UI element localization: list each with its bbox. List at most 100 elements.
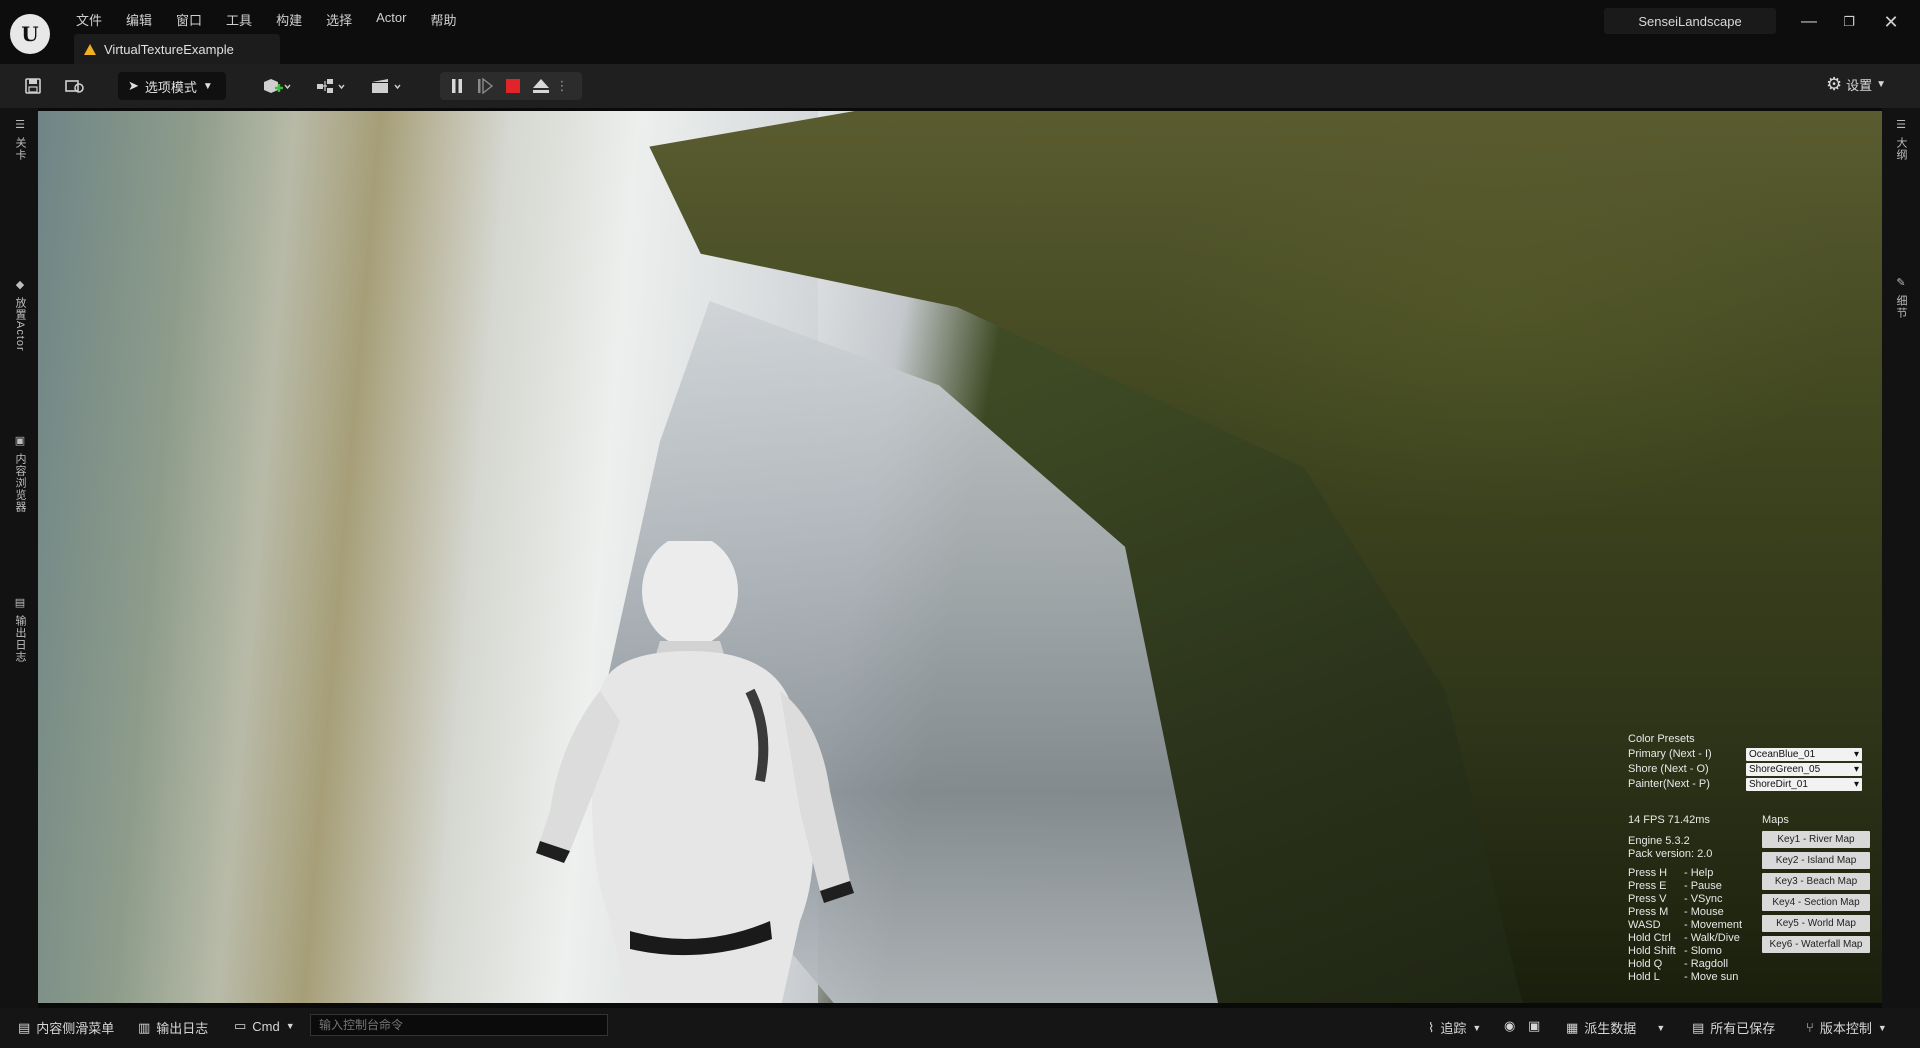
help-line: Press H - Help bbox=[1628, 867, 1756, 880]
help-key: Press M bbox=[1628, 906, 1669, 918]
console-command-input[interactable] bbox=[310, 1014, 608, 1036]
chevron-down-icon: ▾ bbox=[1853, 764, 1859, 775]
pack-version: Pack version: 2.0 bbox=[1628, 848, 1713, 860]
output-log-label: 输出日志 bbox=[156, 1021, 209, 1036]
menu-help[interactable]: 帮助 bbox=[418, 8, 468, 31]
side-tab-levels[interactable]: ☰ 关卡 bbox=[8, 118, 32, 161]
pause-icon[interactable] bbox=[446, 76, 468, 96]
help-key: Press H bbox=[1628, 867, 1668, 879]
close-icon[interactable]: ✕ bbox=[1876, 10, 1906, 34]
map-button-river[interactable]: Key1 - River Map bbox=[1762, 831, 1870, 848]
trace-icon: ⌇ bbox=[1428, 1019, 1435, 1035]
side-tab-levels-label: 关卡 bbox=[14, 137, 26, 161]
derived-data-dropdown[interactable]: ▦ 派生数据 ▼ bbox=[1566, 1018, 1665, 1037]
log-icon: ▤ bbox=[14, 597, 26, 609]
side-tab-outliner[interactable]: ☰ 大纲 bbox=[1889, 118, 1913, 161]
preset-dropdown-shore[interactable]: ShoreGreen_05 ▾ bbox=[1746, 763, 1862, 776]
blueprint-icon[interactable] bbox=[312, 74, 352, 98]
chevron-down-icon: ▾ bbox=[1853, 749, 1859, 760]
step-frame-icon[interactable] bbox=[474, 76, 496, 96]
save-all-icon: ▤ bbox=[1692, 1019, 1705, 1035]
color-presets-title: Color Presets bbox=[1628, 733, 1695, 745]
main-toolbar: ➤ 选项模式 ▼ ⋮ ⚙ 设置 ▼ bbox=[0, 64, 1920, 108]
menu-bar: 文件 编辑 窗口 工具 构建 选择 Actor 帮助 bbox=[64, 8, 468, 31]
browse-content-icon[interactable] bbox=[62, 74, 88, 98]
document-tab-label: VirtualTextureExample bbox=[104, 41, 234, 57]
engine-version: Engine 5.3.2 bbox=[1628, 835, 1690, 847]
save-icon[interactable] bbox=[20, 74, 46, 98]
output-log-button[interactable]: ▥ 输出日志 bbox=[138, 1018, 208, 1037]
restore-icon[interactable]: ❐ bbox=[1834, 10, 1864, 34]
map-button-waterfall[interactable]: Key6 - Waterfall Map bbox=[1762, 936, 1870, 953]
chevron-down-icon: ▼ bbox=[1876, 79, 1887, 90]
record-icon[interactable]: ◉ bbox=[1504, 1018, 1515, 1034]
settings-button[interactable]: ⚙ 设置 ▼ bbox=[1826, 74, 1886, 95]
menu-window[interactable]: 窗口 bbox=[164, 8, 214, 31]
help-line: Hold L - Move sun bbox=[1628, 971, 1756, 984]
preset-row-primary: Primary (Next - I) OceanBlue_01 ▾ bbox=[1628, 747, 1868, 762]
help-line: Press V - VSync bbox=[1628, 893, 1756, 906]
map-button-beach[interactable]: Key3 - Beach Map bbox=[1762, 873, 1870, 890]
source-control-dropdown[interactable]: ⑂ 版本控制 ▼ bbox=[1806, 1018, 1887, 1037]
chevron-down-icon: ▼ bbox=[285, 1021, 295, 1031]
side-tab-output-log-label: 输出日志 bbox=[14, 615, 26, 663]
help-key: WASD bbox=[1628, 919, 1661, 931]
trace-label: 追踪 bbox=[1440, 1021, 1467, 1036]
all-saved-label: 所有已保存 bbox=[1710, 1021, 1776, 1036]
cinematics-icon[interactable] bbox=[366, 74, 408, 98]
mannequin-character bbox=[536, 541, 854, 1003]
menu-file[interactable]: 文件 bbox=[64, 8, 114, 31]
add-actor-icon[interactable] bbox=[256, 74, 296, 98]
side-tab-output-log[interactable]: ▤ 输出日志 bbox=[8, 596, 32, 663]
help-line: Press E - Pause bbox=[1628, 880, 1756, 893]
save-all-button[interactable]: ▤ 所有已保存 bbox=[1692, 1018, 1775, 1037]
eject-icon[interactable] bbox=[530, 76, 552, 96]
side-tab-content-browser[interactable]: ▣ 内容浏览器 bbox=[8, 434, 32, 513]
terminal-icon: ▭ bbox=[234, 1018, 247, 1033]
branch-icon: ⑂ bbox=[1806, 1020, 1814, 1035]
document-tab[interactable]: VirtualTextureExample bbox=[74, 34, 280, 64]
map-button-world[interactable]: Key5 - World Map bbox=[1762, 915, 1870, 932]
trace-dropdown[interactable]: ⌇ 追踪 ▼ bbox=[1428, 1018, 1481, 1037]
preset-dropdown-primary[interactable]: OceanBlue_01 ▾ bbox=[1746, 748, 1862, 761]
map-button-section[interactable]: Key4 - Section Map bbox=[1762, 894, 1870, 911]
preset-row-shore: Shore (Next - O) ShoreGreen_05 ▾ bbox=[1628, 762, 1868, 777]
help-desc: - Move sun bbox=[1684, 971, 1739, 983]
minimize-icon[interactable]: — bbox=[1794, 10, 1824, 34]
help-line: Hold Shift - Slomo bbox=[1628, 945, 1756, 958]
help-key: Hold Ctrl bbox=[1628, 932, 1671, 944]
help-key: Press E bbox=[1628, 880, 1667, 892]
help-desc: - Pause bbox=[1684, 880, 1722, 892]
preset-value: ShoreGreen_05 bbox=[1749, 764, 1821, 775]
help-line: Hold Q - Ragdoll bbox=[1628, 958, 1756, 971]
unreal-logo-icon[interactable]: U bbox=[10, 14, 50, 54]
cursor-icon: ➤ bbox=[128, 78, 139, 93]
side-tab-place-actors[interactable]: ◆ 放置Actor bbox=[8, 278, 32, 352]
menu-edit[interactable]: 编辑 bbox=[114, 8, 164, 31]
menu-select[interactable]: 选择 bbox=[314, 8, 364, 31]
menu-actor[interactable]: Actor bbox=[364, 8, 418, 31]
menu-tools[interactable]: 工具 bbox=[214, 8, 264, 31]
menu-build[interactable]: 构建 bbox=[264, 8, 314, 31]
right-side-panel: ☰ 大纲 ✎ 细节 bbox=[1882, 108, 1920, 1008]
mode-select-dropdown[interactable]: ➤ 选项模式 ▼ bbox=[118, 72, 226, 100]
outliner-icon: ☰ bbox=[1896, 119, 1906, 131]
cmd-dropdown[interactable]: ▭ Cmd ▼ bbox=[234, 1018, 295, 1034]
more-options-icon[interactable]: ⋮ bbox=[556, 76, 569, 96]
derived-data-label: 派生数据 bbox=[1584, 1021, 1637, 1036]
help-desc: - Slomo bbox=[1684, 945, 1722, 957]
pencil-icon: ✎ bbox=[1896, 277, 1906, 289]
stop-icon[interactable] bbox=[502, 76, 524, 96]
screenshot-icon[interactable]: ▣ bbox=[1528, 1018, 1540, 1034]
content-drawer-button[interactable]: ▤ 内容侧滑菜单 bbox=[18, 1018, 114, 1037]
hud-info-column: 14 FPS 71.42ms Engine 5.3.2 Pack version… bbox=[1628, 814, 1756, 984]
derived-data-icon: ▦ bbox=[1566, 1019, 1579, 1035]
chevron-down-icon: ▼ bbox=[202, 80, 213, 92]
map-button-island[interactable]: Key2 - Island Map bbox=[1762, 852, 1870, 869]
preset-dropdown-painter[interactable]: ShoreDirt_01 ▾ bbox=[1746, 778, 1862, 791]
game-viewport[interactable]: Color Presets Primary (Next - I) OceanBl… bbox=[38, 111, 1882, 1003]
chevron-down-icon: ▼ bbox=[1472, 1022, 1482, 1033]
help-key: Press V bbox=[1628, 893, 1667, 905]
source-control-label: 版本控制 bbox=[1819, 1021, 1872, 1036]
side-tab-details[interactable]: ✎ 细节 bbox=[1889, 276, 1913, 319]
